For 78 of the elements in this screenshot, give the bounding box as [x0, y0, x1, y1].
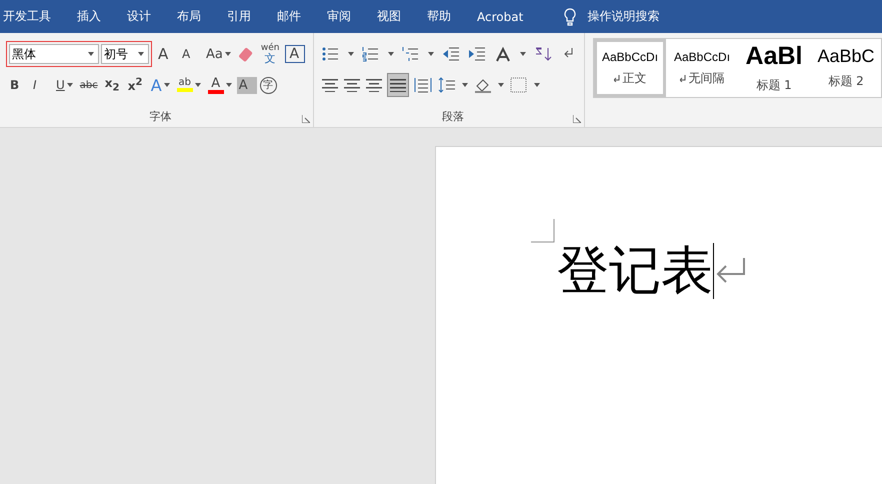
character-border-button[interactable]: A [285, 45, 306, 63]
lightbulb-icon[interactable] [563, 8, 578, 26]
caret-icon[interactable] [138, 52, 144, 56]
text-direction-icon[interactable] [494, 46, 512, 62]
paint-bucket-icon[interactable] [474, 77, 492, 93]
group-title: 字体 [149, 109, 172, 124]
line-spacing-icon[interactable] [438, 77, 456, 93]
style-item[interactable]: AaBbC 标题 2 [810, 39, 881, 97]
margin-corner-icon [531, 219, 555, 243]
underline-button[interactable]: U [54, 74, 75, 96]
style-name: 正文 [622, 70, 647, 86]
style-item[interactable]: AaBl 标题 1 [738, 39, 810, 97]
character-shading-button[interactable]: A [236, 76, 257, 94]
highlight-button[interactable]: ab [174, 74, 203, 96]
change-case-button[interactable]: Aa [204, 43, 233, 65]
text-cursor [713, 243, 714, 299]
sort-icon[interactable] [534, 46, 552, 62]
align-icon[interactable] [344, 78, 360, 92]
align-icon[interactable] [322, 78, 338, 92]
decrease-indent-icon[interactable] [442, 46, 460, 62]
caret-icon[interactable] [66, 83, 73, 87]
ribbon-tab[interactable]: 邮件 [277, 8, 301, 25]
dialog-launcher-icon[interactable] [302, 115, 310, 123]
align-icon[interactable] [366, 78, 382, 92]
style-preview: AaBbC [817, 46, 875, 67]
style-item[interactable]: AaBbCcDı 无间隔 [666, 39, 738, 97]
ribbon-tab[interactable]: 视图 [377, 8, 401, 25]
ribbon-tab[interactable]: 插入 [77, 8, 101, 25]
group-title: 段落 [442, 109, 464, 124]
strikethrough-button[interactable]: abc [78, 74, 100, 96]
style-preview: AaBl [746, 42, 802, 71]
ribbon-tab[interactable]: 设计 [127, 8, 151, 25]
style-item[interactable]: AaBbCcDı 正文 [594, 39, 666, 97]
caret-icon[interactable] [194, 83, 201, 87]
bold-button[interactable]: B [8, 74, 28, 96]
caret-icon[interactable] [88, 52, 94, 56]
caret-icon[interactable] [388, 52, 394, 56]
numbered-list-icon[interactable] [362, 46, 380, 62]
dialog-launcher-icon[interactable] [573, 115, 582, 123]
ribbon-tab[interactable]: 开发工具 [3, 8, 51, 25]
script-button[interactable]: x$^{2}$ [126, 74, 146, 96]
ribbon-tab[interactable]: 审阅 [327, 8, 351, 25]
document-heading: 登记表 [557, 245, 713, 297]
caret-icon[interactable] [348, 52, 354, 56]
italic-button[interactable]: I [31, 74, 51, 96]
ribbon-tab[interactable]: 布局 [177, 8, 201, 25]
ribbon-tab[interactable]: 帮助 [427, 8, 451, 25]
caret-icon[interactable] [164, 83, 170, 87]
style-preview: AaBbCcDı [674, 50, 730, 64]
text-effect-button[interactable]: A [148, 74, 172, 96]
borders-icon[interactable] [510, 77, 528, 93]
enclose-character-button[interactable]: 字 [260, 76, 277, 94]
style-name: 标题 2 [828, 73, 864, 90]
ribbon-tab[interactable]: Acrobat [477, 10, 524, 24]
justify-button[interactable] [388, 74, 408, 96]
ribbon-tab[interactable]: 引用 [227, 8, 251, 25]
tell-me-search[interactable]: 操作说明搜索 [587, 8, 660, 25]
caret-icon[interactable] [226, 83, 232, 87]
caret-icon[interactable] [462, 83, 468, 87]
font-name-field[interactable]: 黑体 [9, 44, 99, 64]
grow-font-button[interactable]: A [156, 43, 176, 65]
caret-icon[interactable] [534, 83, 540, 87]
style-preview: AaBbCcDı [602, 50, 658, 64]
caret-icon[interactable] [224, 52, 231, 56]
bullet-list-icon[interactable] [322, 46, 340, 62]
font-size-field[interactable]: 初号 [101, 44, 149, 64]
script-button[interactable]: x$_{2}$ [102, 74, 123, 96]
caret-icon[interactable] [498, 83, 504, 87]
distributed-icon[interactable] [414, 77, 432, 93]
font-color-button[interactable]: A [206, 74, 234, 96]
increase-indent-icon[interactable] [468, 46, 486, 62]
caret-icon[interactable] [428, 52, 434, 56]
caret-icon[interactable] [520, 52, 526, 56]
style-name: 标题 1 [756, 77, 792, 94]
multilevel-list-icon[interactable] [402, 46, 420, 62]
phonetic-guide-button[interactable]: wén 文 [258, 43, 282, 65]
shrink-font-button[interactable]: A [180, 43, 200, 65]
style-name: 无间隔 [688, 70, 725, 86]
